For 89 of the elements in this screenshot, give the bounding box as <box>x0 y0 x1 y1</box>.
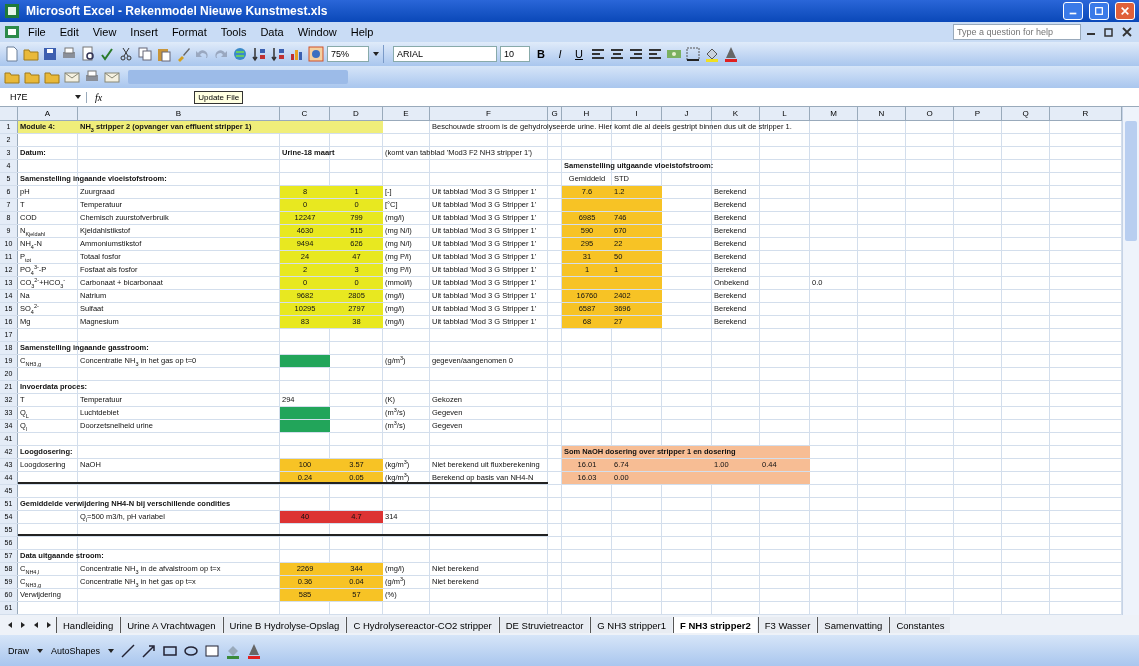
sheet-tab[interactable]: Handleiding <box>56 617 120 633</box>
caret-icon[interactable] <box>36 646 44 655</box>
help-search-field[interactable]: Type a question for help <box>953 24 1081 40</box>
column-header[interactable]: N <box>858 107 906 120</box>
column-header[interactable]: I <box>612 107 662 120</box>
sheet-tab[interactable]: Urine B Hydrolyse-Opslag <box>222 617 346 633</box>
sheet-tab[interactable]: Samenvatting <box>817 617 889 633</box>
sort-icon[interactable] <box>251 46 267 62</box>
format-button[interactable]: U <box>571 46 587 62</box>
align-icon[interactable] <box>590 46 606 62</box>
column-header[interactable]: O <box>906 107 954 120</box>
folder-icon[interactable] <box>4 69 20 85</box>
line-tool-icon[interactable] <box>120 642 137 659</box>
column-header[interactable]: L <box>760 107 810 120</box>
format-button[interactable]: B <box>533 46 549 62</box>
close-button[interactable] <box>1115 2 1135 20</box>
menu-item[interactable]: Edit <box>53 26 85 38</box>
font-color-icon[interactable] <box>723 46 739 62</box>
sheet-tab[interactable]: F3 Wasser <box>757 617 817 633</box>
minimize-button[interactable] <box>1063 2 1083 20</box>
caret-icon[interactable] <box>372 50 380 58</box>
save-icon[interactable] <box>42 46 58 62</box>
print-preview-icon[interactable] <box>80 46 96 62</box>
window-title: Microsoft Excel - Rekenmodel Nieuwe Kunstmest.xls <box>26 4 328 18</box>
menu-item[interactable]: Format <box>165 26 213 38</box>
caret-icon[interactable] <box>107 646 116 655</box>
sheet-tab[interactable]: Urine A Vrachtwagen <box>120 617 222 633</box>
caret-icon[interactable] <box>74 93 82 101</box>
maximize-button[interactable] <box>1089 2 1109 20</box>
restore-icon[interactable] <box>1103 26 1115 38</box>
font-tool-icon[interactable] <box>246 642 263 659</box>
font-size-field[interactable]: 10 <box>500 46 530 62</box>
column-header[interactable]: C <box>280 107 330 120</box>
sheet-tab[interactable]: G NH3 stripper1 <box>590 617 672 633</box>
close-icon[interactable] <box>1121 26 1133 38</box>
clipboard-icon[interactable] <box>156 46 172 62</box>
align-icon[interactable] <box>609 46 625 62</box>
column-header[interactable]: K <box>712 107 760 120</box>
close-icon <box>1120 6 1130 16</box>
column-header[interactable]: A <box>18 107 78 120</box>
sheet-tab[interactable]: Constantes <box>889 617 951 633</box>
sheet-tab[interactable]: DE Struvietreactor <box>498 617 590 633</box>
menu-button[interactable]: AutoShapes <box>49 645 103 656</box>
zoom-field[interactable]: 75% <box>327 46 369 62</box>
menu-item[interactable]: View <box>86 26 123 38</box>
envelope-icon[interactable] <box>104 69 120 85</box>
border-icon[interactable] <box>685 46 701 62</box>
column-header[interactable]: J <box>662 107 712 120</box>
textbox-tool-icon[interactable] <box>204 642 221 659</box>
column-header[interactable]: P <box>954 107 1002 120</box>
drawing-icon[interactable] <box>308 46 324 62</box>
folder-icon[interactable] <box>24 69 40 85</box>
align-icon[interactable] <box>647 46 663 62</box>
column-header[interactable]: F <box>430 107 548 120</box>
copy-icon[interactable] <box>137 46 153 62</box>
menu-item[interactable]: Tools <box>214 26 253 38</box>
menu-button[interactable]: Draw <box>6 645 31 656</box>
menu-item[interactable]: Help <box>344 26 380 38</box>
column-header[interactable]: D <box>330 107 383 120</box>
menu-item[interactable]: Insert <box>124 26 164 38</box>
column-header[interactable]: Q <box>1002 107 1050 120</box>
sort-icon[interactable] <box>270 46 286 62</box>
tooltip: Update File <box>194 90 244 104</box>
column-header[interactable]: G <box>548 107 562 120</box>
envelope-icon[interactable] <box>64 69 80 85</box>
menu-item[interactable]: File <box>22 26 52 38</box>
name-box[interactable]: H7E <box>0 89 70 105</box>
maximize-icon <box>1094 6 1104 16</box>
spellcheck-icon[interactable] <box>99 46 115 62</box>
menu-item[interactable]: Data <box>254 26 290 38</box>
sheet-tab[interactable]: C Hydrolysereactor-CO2 stripper <box>346 617 498 633</box>
font-field[interactable]: ARIAL <box>393 46 497 62</box>
folder-icon[interactable] <box>44 69 60 85</box>
workbook-icon[interactable] <box>4 24 20 40</box>
scissors-icon[interactable] <box>118 46 134 62</box>
format-button[interactable]: I <box>552 46 568 62</box>
function-label[interactable]: fx <box>86 91 111 103</box>
column-header[interactable]: E <box>383 107 430 120</box>
vertical-scrollbar[interactable] <box>1122 107 1139 615</box>
menu-item[interactable]: Window <box>291 26 343 38</box>
new-document-icon[interactable] <box>4 46 20 62</box>
spreadsheet-icon <box>4 3 20 19</box>
column-header[interactable]: M <box>810 107 858 120</box>
sheet-tab[interactable]: F NH3 stripper2 <box>673 617 757 633</box>
arrow-tool-icon[interactable] <box>141 642 158 659</box>
align-icon[interactable] <box>628 46 644 62</box>
fill-color-icon[interactable] <box>704 46 720 62</box>
column-header[interactable]: H <box>562 107 612 120</box>
column-header[interactable]: B <box>78 107 280 120</box>
